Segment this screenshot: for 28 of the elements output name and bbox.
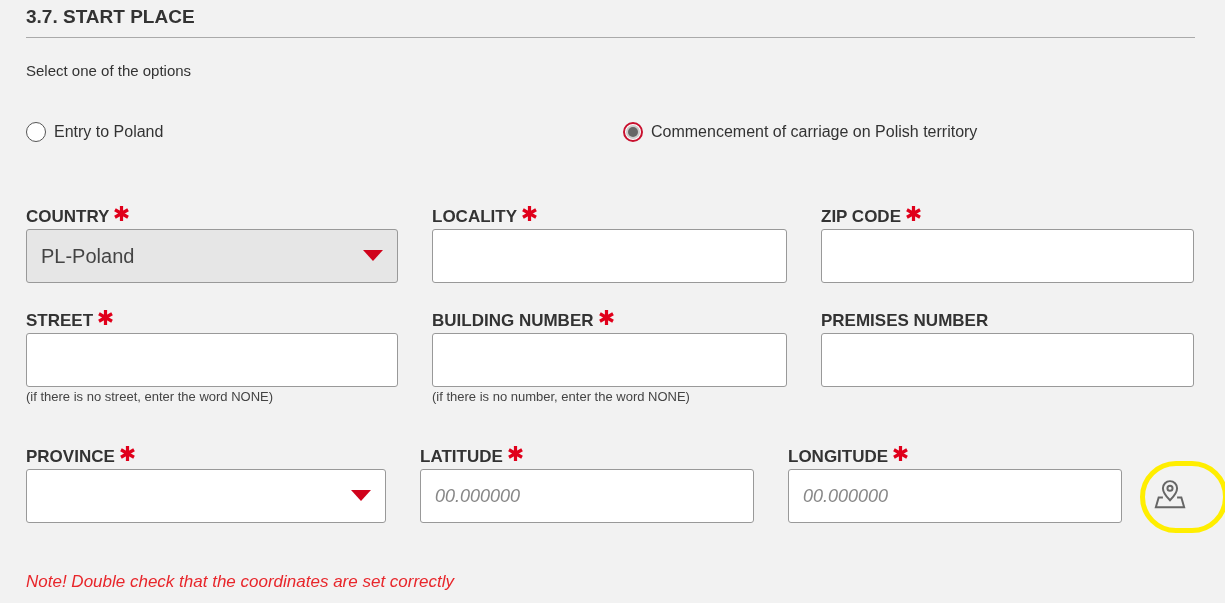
field-hint: (if there is no street, enter the word NONE) [26, 390, 275, 403]
text-field[interactable]: 00.000000 [788, 469, 1122, 523]
radio-icon[interactable] [26, 122, 46, 142]
field-label: PROVINCE [26, 448, 115, 465]
section-title: 3.7. START PLACE [26, 5, 195, 29]
select-field[interactable] [26, 469, 386, 523]
text-field[interactable] [821, 333, 1194, 387]
radio-option[interactable]: Commencement of carriage on Polish territory [623, 120, 978, 144]
instruction-text: Select one of the options [26, 61, 192, 81]
field-label: LONGITUDE [788, 448, 889, 465]
text-field[interactable] [821, 229, 1194, 283]
text-field[interactable] [432, 333, 787, 387]
field-label: ZIP CODE [821, 208, 901, 225]
field-label: PREMISES NUMBER [821, 312, 989, 329]
field-label: STREET [26, 312, 94, 329]
radio-option[interactable]: Entry to Poland [26, 120, 623, 144]
text-field[interactable] [432, 229, 787, 283]
text-field[interactable] [26, 333, 398, 387]
caret-icon [363, 250, 383, 262]
radio-icon[interactable] [623, 122, 643, 142]
field-label: BUILDING NUMBER [432, 312, 594, 329]
field-hint: (if there is no number, enter the word NONE) [432, 390, 691, 403]
warning-note: Note! Double check that the coordinates are set correctly [26, 571, 455, 593]
field-label: LATITUDE [420, 448, 503, 465]
text-field[interactable]: 00.000000 [420, 469, 754, 523]
field-label: COUNTRY [26, 208, 110, 225]
caret-icon [351, 490, 371, 502]
field-label: LOCALITY [432, 208, 517, 225]
